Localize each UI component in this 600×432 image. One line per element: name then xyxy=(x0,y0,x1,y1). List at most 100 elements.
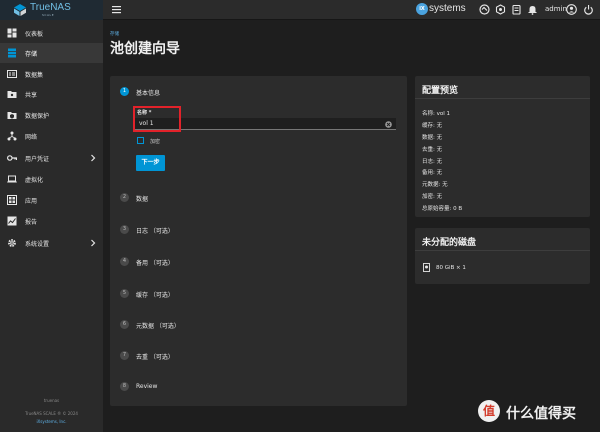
step-number: 5 xyxy=(120,289,129,298)
task-manager-icon[interactable] xyxy=(511,4,522,15)
watermark-text: 什么值得买 xyxy=(506,406,576,422)
summary-spare: 备用: 无 xyxy=(422,170,443,176)
security-folder-icon xyxy=(7,112,17,119)
summary-data: 数据: 无 xyxy=(422,135,443,141)
sidebar-item-label: 仪表板 xyxy=(25,31,44,38)
encryption-checkbox[interactable] xyxy=(137,137,144,144)
network-icon xyxy=(7,131,17,141)
storage-icon xyxy=(8,48,16,58)
step-number: 7 xyxy=(120,351,129,360)
sidebar-item-virtualization[interactable]: 虚拟化 xyxy=(0,169,103,189)
ix-mark: iX xyxy=(416,3,428,15)
summary-total-raw-capacity: 总原始容量: 0 B xyxy=(422,206,463,212)
step-title: 基本信息 xyxy=(136,90,161,97)
wizard-step-data[interactable]: 2 数据 xyxy=(120,193,400,205)
brand[interactable]: TrueNAS SCALE xyxy=(0,0,103,20)
step-number: 1 xyxy=(120,87,129,96)
wizard-step-dedup[interactable]: 7 去重 （可选） xyxy=(120,351,400,363)
laptop-icon xyxy=(7,175,17,183)
breadcrumb[interactable]: 存储 xyxy=(110,31,119,37)
wizard-step-general[interactable]: 1 基本信息 xyxy=(120,87,400,99)
sidebar-item-label: 共享 xyxy=(25,92,38,99)
brand-name: TrueNAS xyxy=(30,2,71,13)
sidebar-item-network[interactable]: 网络 xyxy=(0,126,103,146)
user-name[interactable]: admin xyxy=(545,5,567,13)
sidebar-item-datasets[interactable]: 数据集 xyxy=(0,64,103,84)
sidebar-item-label: 报告 xyxy=(25,219,38,226)
directory-services-icon[interactable] xyxy=(495,4,506,15)
unassigned-disks-panel: 未分配的磁盘 80 GiB × 1 xyxy=(415,228,590,284)
summary-cache: 缓存: 无 xyxy=(422,123,443,129)
sidebar-item-label: 用户凭证 xyxy=(25,156,50,163)
step-title: 元数据 （可选） xyxy=(136,323,180,330)
gear-icon xyxy=(8,239,16,247)
sidebar-item-credentials[interactable]: 用户凭证 xyxy=(0,148,103,168)
sidebar-item-storage[interactable]: 存储 xyxy=(0,43,103,63)
dashboard-icon xyxy=(7,28,17,38)
summary-name: 名称: vol 1 xyxy=(422,111,450,117)
ixsystems-logo[interactable]: iX systems xyxy=(416,3,472,17)
step-number: 8 xyxy=(120,382,129,391)
divider xyxy=(415,98,590,99)
step-title: Review xyxy=(136,383,158,390)
disk-size-label: 80 GiB × 1 xyxy=(436,265,466,271)
sidebar-item-apps[interactable]: 应用 xyxy=(0,190,103,210)
footer-company-link[interactable]: iXsystems, Inc. xyxy=(0,419,103,424)
summary-log: 日志: 无 xyxy=(422,159,443,165)
key-icon xyxy=(7,155,17,161)
panel-title: 配置预览 xyxy=(422,86,459,96)
wizard-step-spare[interactable]: 4 备用 （可选） xyxy=(120,257,400,269)
panel-title: 未分配的磁盘 xyxy=(422,238,477,248)
sidebar-item-label: 数据集 xyxy=(25,72,44,79)
apps-grid-icon xyxy=(7,195,17,205)
sidebar-item-label: 数据保护 xyxy=(25,113,50,120)
wizard-step-log[interactable]: 3 日志 （可选） xyxy=(120,225,400,237)
configuration-preview-panel: 配置预览 名称: vol 1 缓存: 无 数据: 无 去重: 无 日志: 无 备… xyxy=(415,76,590,217)
sidebar-item-label: 虚拟化 xyxy=(25,177,44,184)
footer-copyright: TrueNAS SCALE ® © 2024 xyxy=(25,411,78,416)
unassigned-disk-row: 80 GiB × 1 xyxy=(422,263,572,273)
footer-hostname: truenas xyxy=(43,398,60,403)
next-button[interactable]: 下一步 xyxy=(136,155,165,171)
step-number: 3 xyxy=(120,225,129,234)
sidebar-item-label: 应用 xyxy=(25,198,38,205)
summary-encryption: 加密: 无 xyxy=(422,194,443,200)
step-title: 备用 （可选） xyxy=(136,260,174,267)
pool-name-input[interactable]: vol 1 xyxy=(134,118,396,130)
account-circle-icon[interactable] xyxy=(566,4,577,15)
sidebar-item-label: 存储 xyxy=(25,51,38,58)
sidebar-item-label: 网络 xyxy=(25,134,38,141)
hamburger-menu-icon[interactable] xyxy=(112,5,121,14)
top-bar: TrueNAS SCALE iX systems admin xyxy=(0,0,600,20)
step-number: 2 xyxy=(120,193,129,202)
chevron-right-icon xyxy=(91,239,96,247)
wizard-step-review[interactable]: 8 Review xyxy=(120,382,400,394)
clear-icon[interactable] xyxy=(385,121,392,128)
sidebar-item-data-protection[interactable]: 数据保护 xyxy=(0,105,103,125)
summary-metadata: 元数据: 无 xyxy=(422,182,448,188)
step-number: 6 xyxy=(120,320,129,329)
sidebar-item-label: 系统设置 xyxy=(25,241,50,248)
step-number: 4 xyxy=(120,257,129,266)
sidebar-item-shares[interactable]: 共享 xyxy=(0,84,103,104)
summary-dedup: 去重: 无 xyxy=(422,147,443,153)
site-watermark: 值 什么值得买 xyxy=(470,400,600,428)
wizard-step-cache[interactable]: 5 缓存 （可选） xyxy=(120,289,400,301)
power-icon[interactable] xyxy=(583,4,594,15)
truenas-logo-icon xyxy=(14,4,26,16)
sidebar-item-system-settings[interactable]: 系统设置 xyxy=(0,233,103,253)
ix-wordmark: systems xyxy=(429,3,466,14)
hard-drive-icon xyxy=(423,263,430,272)
chart-icon xyxy=(7,216,17,226)
sidebar-item-reports[interactable]: 报告 xyxy=(0,211,103,231)
step-title: 数据 xyxy=(136,196,149,203)
truecommand-icon[interactable] xyxy=(479,4,490,15)
watermark-logo: 值 xyxy=(478,400,500,422)
divider xyxy=(415,250,590,251)
chevron-right-icon xyxy=(91,154,96,162)
share-folder-icon xyxy=(7,91,17,98)
wizard-step-metadata[interactable]: 6 元数据 （可选） xyxy=(120,320,400,332)
sidebar-item-dashboard[interactable]: 仪表板 xyxy=(0,23,103,43)
brand-edition: SCALE xyxy=(42,13,55,17)
notifications-bell-icon[interactable] xyxy=(527,4,538,15)
